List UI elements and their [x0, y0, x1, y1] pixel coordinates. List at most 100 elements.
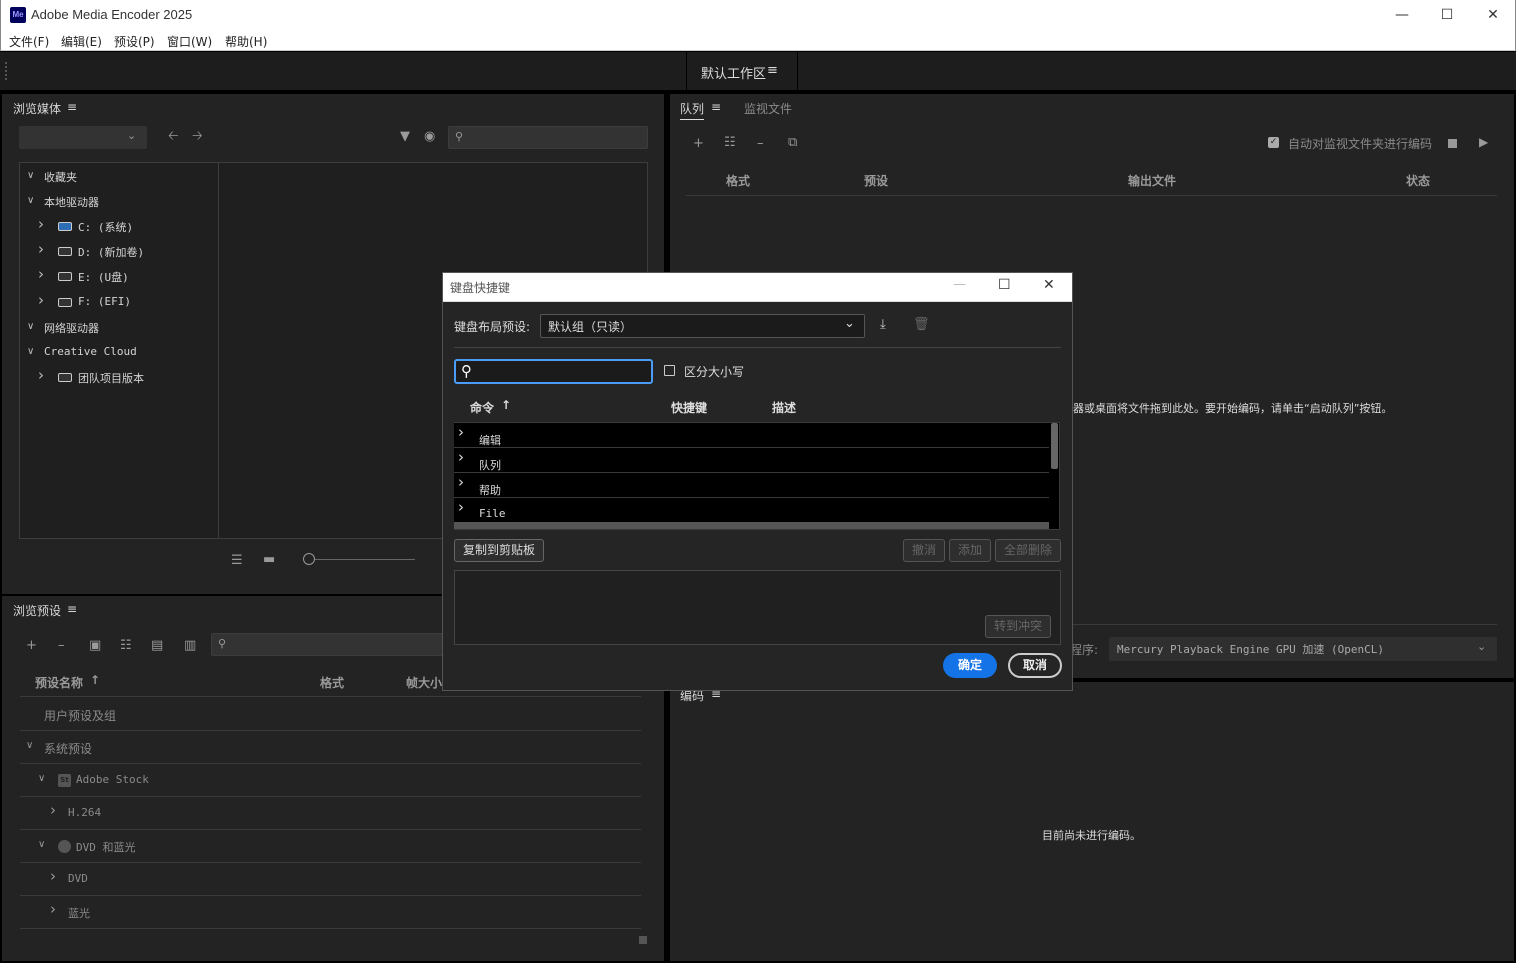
filter-icon[interactable]: ▼ [400, 130, 410, 143]
chevron-down-icon[interactable]: ∨ [27, 346, 34, 357]
back-arrow-icon[interactable]: 🡠 [168, 130, 179, 143]
column-description[interactable]: 描述 [772, 399, 796, 416]
column-preset[interactable]: 预设 [864, 172, 888, 189]
tree-item[interactable]: › F: (EFI) [20, 291, 218, 314]
menu-preset[interactable]: 预设(P) [114, 33, 155, 50]
preset-row[interactable]: ∨ St Adobe Stock [20, 764, 641, 797]
chevron-right-icon[interactable]: › [38, 215, 44, 233]
chevron-right-icon[interactable]: › [458, 423, 464, 441]
add-icon[interactable]: + [693, 137, 704, 150]
tree-item[interactable]: ∨ 本地驱动器 [20, 193, 218, 213]
remove-icon[interactable]: – [58, 639, 65, 652]
workspace-tab[interactable]: 默认工作区 ≡ [686, 52, 798, 90]
chevron-down-icon[interactable]: ∨ [27, 321, 34, 332]
duplicate-icon[interactable]: ⧉ [788, 136, 797, 149]
new-group-icon[interactable]: ▣ [89, 639, 101, 652]
column-command[interactable]: 命令 [470, 399, 494, 416]
location-dropdown[interactable]: ⌄ [19, 126, 147, 149]
forward-arrow-icon[interactable]: 🡢 [192, 130, 203, 143]
settings-sliders-icon[interactable]: ☷ [724, 136, 736, 149]
chevron-down-icon[interactable]: ∨ [27, 170, 34, 181]
workspace-menu-icon[interactable]: ≡ [767, 63, 778, 78]
save-layout-icon[interactable]: ⤓ [880, 317, 886, 332]
command-row[interactable]: › 帮助 [454, 473, 1049, 498]
shortcut-search-input[interactable]: ⚲ [454, 359, 653, 384]
column-shortcut[interactable]: 快捷键 [671, 399, 707, 416]
chevron-right-icon[interactable]: › [38, 240, 44, 258]
scrollbar-thumb[interactable] [1051, 423, 1058, 469]
export-preset-icon[interactable]: ▥ [184, 639, 196, 652]
zoom-slider-track[interactable] [315, 559, 415, 560]
maximize-icon[interactable]: ☐ [1424, 0, 1470, 30]
maximize-icon[interactable]: ☐ [998, 277, 1011, 293]
column-frame-size[interactable]: 帧大小 [406, 674, 442, 691]
chevron-right-icon[interactable]: › [458, 473, 464, 491]
menu-help[interactable]: 帮助(H) [225, 33, 267, 50]
go-to-conflict-button[interactable]: 转到冲突 [985, 615, 1051, 638]
cancel-button[interactable]: 取消 [1008, 653, 1062, 678]
eye-icon[interactable]: ◉ [424, 130, 435, 143]
add-button[interactable]: 添加 [949, 539, 991, 562]
panel-menu-icon[interactable]: ≡ [67, 100, 77, 114]
chevron-right-icon[interactable]: › [50, 900, 56, 918]
menu-file[interactable]: 文件(F) [9, 33, 49, 50]
panel-menu-icon[interactable]: ≡ [711, 100, 721, 114]
chevron-right-icon[interactable]: › [50, 801, 56, 819]
preset-row[interactable]: › H.264 [20, 797, 641, 830]
tree-item[interactable]: ∨ 收藏夹 [20, 168, 218, 188]
tab-queue[interactable]: 队列 [680, 100, 705, 120]
close-icon[interactable]: ✕ [1043, 277, 1055, 293]
minimize-icon[interactable]: — [1379, 0, 1425, 30]
chevron-right-icon[interactable]: › [38, 291, 44, 309]
delete-layout-icon[interactable]: 🗑 [913, 317, 930, 332]
minimize-icon[interactable]: — [953, 277, 966, 292]
remove-icon[interactable]: – [757, 137, 764, 150]
tab-watch-folders[interactable]: 监视文件 [744, 100, 792, 117]
settings-sliders-icon[interactable]: ☷ [120, 639, 132, 652]
stop-queue-icon[interactable] [1448, 139, 1457, 148]
auto-encode-checkbox[interactable]: ✓ [1268, 137, 1279, 148]
case-sensitive-checkbox[interactable] [664, 365, 675, 376]
preset-row[interactable]: 用户预设及组 [20, 698, 641, 731]
icon-view-icon[interactable]: ▬ [263, 553, 275, 566]
tree-item[interactable]: › 团队项目版本 [20, 366, 218, 389]
media-search-input[interactable]: ⚲ [448, 126, 648, 149]
column-format[interactable]: 格式 [320, 674, 344, 691]
chevron-right-icon[interactable]: › [38, 366, 44, 384]
column-status[interactable]: 状态 [1406, 172, 1430, 189]
zoom-slider-handle[interactable] [303, 553, 315, 565]
preset-search-input[interactable]: ⚲ [211, 633, 451, 656]
import-preset-icon[interactable]: ▤ [151, 639, 163, 652]
chevron-right-icon[interactable]: › [458, 498, 464, 516]
preset-row[interactable]: › DVD [20, 863, 641, 896]
ok-button[interactable]: 确定 [943, 653, 997, 678]
tree-item[interactable]: ∨ 网络驱动器 [20, 319, 218, 339]
tree-item[interactable]: ∨ Creative Cloud [20, 344, 218, 364]
chevron-down-icon[interactable]: ∨ [38, 839, 45, 850]
preset-row[interactable]: ∨ 系统预设 [20, 731, 641, 764]
scrollbar-thumb[interactable] [639, 936, 647, 944]
add-icon[interactable]: + [26, 639, 37, 652]
layout-preset-dropdown[interactable]: 默认组（只读） ⌄ [540, 314, 865, 338]
tree-item[interactable]: › E: (U盘) [20, 265, 218, 288]
chevron-right-icon[interactable]: › [38, 265, 44, 283]
command-row[interactable]: › 队列 [454, 448, 1049, 473]
column-format[interactable]: 格式 [726, 172, 750, 189]
chevron-down-icon[interactable]: ∨ [26, 740, 33, 751]
tree-item[interactable]: › C: (系统) [20, 215, 218, 238]
close-icon[interactable]: ✕ [1470, 0, 1516, 30]
horizontal-scrollbar[interactable] [454, 522, 1049, 529]
preset-row[interactable]: › 蓝光 [20, 896, 641, 929]
clear-all-button[interactable]: 全部删除 [995, 539, 1061, 562]
chevron-right-icon[interactable]: › [458, 448, 464, 466]
panel-menu-icon[interactable]: ≡ [67, 602, 77, 616]
start-queue-icon[interactable]: ▶ [1479, 136, 1488, 148]
column-preset-name[interactable]: 预设名称 [35, 674, 83, 691]
menu-edit[interactable]: 编辑(E) [61, 33, 102, 50]
chevron-down-icon[interactable]: ∨ [27, 195, 34, 206]
preset-row[interactable]: ∨ DVD 和蓝光 [20, 830, 641, 863]
tree-item[interactable]: › D: (新加卷) [20, 240, 218, 263]
list-view-icon[interactable]: ☰ [231, 554, 243, 567]
menu-window[interactable]: 窗口(W) [167, 33, 212, 50]
chevron-right-icon[interactable]: › [50, 867, 56, 885]
